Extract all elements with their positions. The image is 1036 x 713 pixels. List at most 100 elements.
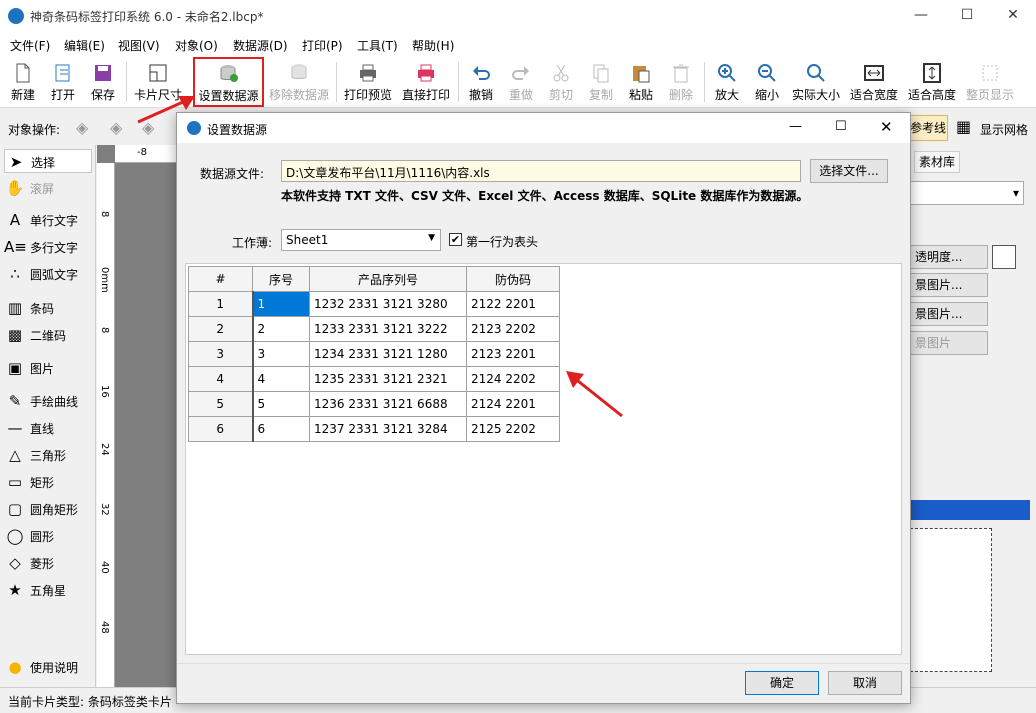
table-cell[interactable]: 2123 2201 <box>466 341 560 367</box>
remove-datasource-button[interactable]: 移除数据源 <box>268 58 330 106</box>
table-row[interactable]: 4 4 1235 2331 3121 2321 2124 2202 <box>188 366 560 392</box>
table-cell[interactable]: 2 <box>252 316 310 342</box>
guides-toggle[interactable]: 参考线 <box>908 115 948 141</box>
transparency-button[interactable]: 透明度... <box>910 245 988 269</box>
column-header-index[interactable]: # <box>188 266 253 292</box>
show-grid-toggle[interactable]: 显示网格 <box>980 121 1028 138</box>
zoom-in-button[interactable]: 放大 <box>710 58 744 106</box>
table-cell[interactable]: 2124 2201 <box>466 391 560 417</box>
row-header[interactable]: 3 <box>188 341 254 367</box>
menu-print[interactable]: 打印(P) <box>302 37 343 54</box>
row-header[interactable]: 1 <box>188 291 254 317</box>
table-cell[interactable]: 1235 2331 3121 2321 <box>309 366 467 392</box>
help-button[interactable]: ● 使用说明 <box>4 655 92 679</box>
table-row[interactable]: 2 2 1233 2331 3121 3222 2123 2202 <box>188 316 560 342</box>
table-cell[interactable]: 6 <box>252 416 310 442</box>
undo-button[interactable]: 撤销 <box>464 58 498 106</box>
table-row[interactable]: 1 1 1232 2331 3121 3280 2122 2201 <box>188 291 560 317</box>
cancel-button[interactable]: 取消 <box>828 671 902 695</box>
table-cell[interactable]: 1237 2331 3121 3284 <box>309 416 467 442</box>
menu-object[interactable]: 对象(O) <box>175 37 218 54</box>
color-swatch[interactable] <box>992 245 1016 269</box>
fit-height-button[interactable]: 适合高度 <box>906 58 958 106</box>
background-image-button-3[interactable]: 景图片 <box>910 331 988 355</box>
menu-edit[interactable]: 编辑(E) <box>64 37 105 54</box>
row-header[interactable]: 4 <box>188 366 254 392</box>
table-cell[interactable]: 1232 2331 3121 3280 <box>309 291 467 317</box>
table-cell[interactable]: 1 <box>252 291 310 317</box>
maximize-button[interactable]: ☐ <box>944 0 990 32</box>
table-row[interactable]: 6 6 1237 2331 3121 3284 2125 2202 <box>188 416 560 442</box>
tool-arc-text[interactable]: ∴ 圆弧文字 <box>4 262 92 286</box>
table-cell[interactable]: 1234 2331 3121 1280 <box>309 341 467 367</box>
close-button[interactable]: ✕ <box>990 0 1036 32</box>
dialog-close-button[interactable]: ✕ <box>880 118 893 136</box>
new-button[interactable]: 新建 <box>6 58 40 106</box>
file-path-field[interactable]: D:\文章发布平台\11月\1116\内容.xls <box>281 160 801 182</box>
table-cell[interactable]: 1233 2331 3121 3222 <box>309 316 467 342</box>
redo-button[interactable]: 重做 <box>504 58 538 106</box>
tool-rectangle[interactable]: ▭ 矩形 <box>4 470 92 494</box>
card-size-button[interactable]: 卡片尺寸 <box>132 58 184 106</box>
tool-rounded-rectangle[interactable]: ▢ 圆角矩形 <box>4 497 92 521</box>
background-image-button-2[interactable]: 景图片... <box>910 302 988 326</box>
table-cell[interactable]: 1236 2331 3121 6688 <box>309 391 467 417</box>
table-cell[interactable]: 2122 2201 <box>466 291 560 317</box>
background-image-button[interactable]: 景图片... <box>910 273 988 297</box>
set-datasource-button[interactable]: 设置数据源 <box>193 57 264 107</box>
tool-circle[interactable]: ◯ 圆形 <box>4 524 92 548</box>
first-row-header-checkbox[interactable]: ✔ <box>449 233 462 246</box>
column-header[interactable]: 序号 <box>252 266 310 292</box>
tool-qrcode[interactable]: ▩ 二维码 <box>4 323 92 347</box>
print-preview-button[interactable]: 打印预览 <box>342 58 394 106</box>
data-preview-grid[interactable]: # 序号 产品序列号 防伪码 1 1 1232 2331 3121 3280 2122… <box>185 263 902 655</box>
actual-size-button[interactable]: 实际大小 <box>790 58 842 106</box>
row-header[interactable]: 2 <box>188 316 254 342</box>
tool-barcode[interactable]: ▥ 条码 <box>4 296 92 320</box>
property-dropdown[interactable]: ▾ <box>910 181 1024 205</box>
copy-button[interactable]: 复制 <box>584 58 618 106</box>
tool-single-line-text[interactable]: A 单行文字 <box>4 208 92 232</box>
table-cell[interactable]: 3 <box>252 341 310 367</box>
cut-button[interactable]: 剪切 <box>544 58 578 106</box>
table-cell[interactable]: 5 <box>252 391 310 417</box>
table-cell[interactable]: 2124 2202 <box>466 366 560 392</box>
table-row[interactable]: 3 3 1234 2331 3121 1280 2123 2201 <box>188 341 560 367</box>
menu-datasource[interactable]: 数据源(D) <box>233 37 288 54</box>
full-page-button[interactable]: 整页显示 <box>964 58 1016 106</box>
minimize-button[interactable]: — <box>898 0 944 32</box>
fit-width-button[interactable]: 适合宽度 <box>848 58 900 106</box>
table-row[interactable]: 5 5 1236 2331 3121 6688 2124 2201 <box>188 391 560 417</box>
tool-freehand[interactable]: ✎ 手绘曲线 <box>4 389 92 413</box>
layer-down-icon[interactable]: ◈ <box>110 118 122 137</box>
tool-triangle[interactable]: △ 三角形 <box>4 443 92 467</box>
tool-diamond[interactable]: ◇ 菱形 <box>4 551 92 575</box>
save-button[interactable]: 保存 <box>86 58 120 106</box>
table-cell[interactable]: 2123 2202 <box>466 316 560 342</box>
open-button[interactable]: 打开 <box>46 58 80 106</box>
row-header[interactable]: 5 <box>188 391 254 417</box>
menu-tools[interactable]: 工具(T) <box>357 37 398 54</box>
tool-scroll[interactable]: ✋ 滚屏 <box>4 176 92 200</box>
dialog-maximize-button[interactable]: ☐ <box>835 119 847 134</box>
column-header[interactable]: 产品序列号 <box>309 266 467 292</box>
direct-print-button[interactable]: 直接打印 <box>400 58 452 106</box>
menu-view[interactable]: 视图(V) <box>118 37 160 54</box>
column-header[interactable]: 防伪码 <box>466 266 560 292</box>
delete-button[interactable]: 删除 <box>664 58 698 106</box>
menu-file[interactable]: 文件(F) <box>10 37 50 54</box>
sheet-select[interactable]: Sheet1 ▼ <box>281 229 441 251</box>
layer-up-icon[interactable]: ◈ <box>76 118 88 137</box>
paste-button[interactable]: 粘贴 <box>624 58 658 106</box>
tool-star[interactable]: ★ 五角星 <box>4 578 92 602</box>
table-cell[interactable]: 2125 2202 <box>466 416 560 442</box>
choose-file-button[interactable]: 选择文件... <box>810 159 888 183</box>
tab-material-library[interactable]: 素材库 <box>914 151 960 173</box>
tool-line[interactable]: — 直线 <box>4 416 92 440</box>
menu-help[interactable]: 帮助(H) <box>412 37 454 54</box>
layer-bottom-icon[interactable]: ◈ <box>142 118 154 137</box>
tool-image[interactable]: ▣ 图片 <box>4 356 92 380</box>
tool-multi-line-text[interactable]: A≡ 多行文字 <box>4 235 92 259</box>
dialog-minimize-button[interactable]: — <box>789 119 802 134</box>
ok-button[interactable]: 确定 <box>745 671 819 695</box>
